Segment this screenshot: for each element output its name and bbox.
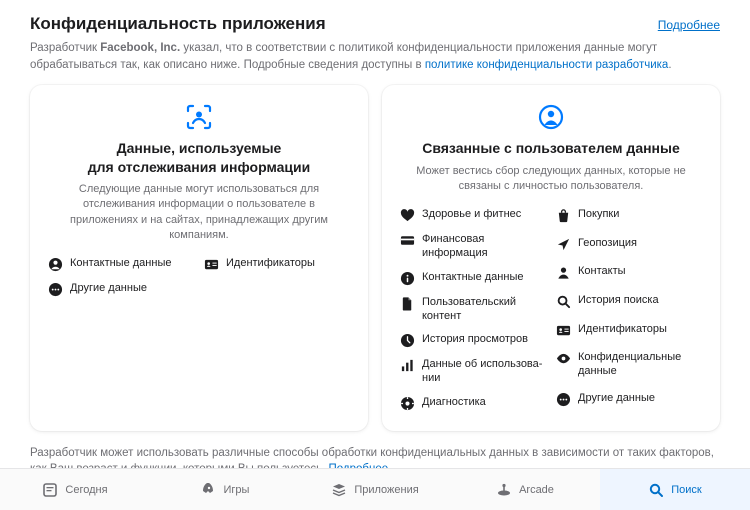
bars-icon <box>400 358 415 373</box>
id-card-icon <box>556 323 571 338</box>
tracking-card: Данные, используемые для отслеживания ин… <box>30 85 368 430</box>
linked-card-title: Связанные с пользователем данные <box>400 139 702 157</box>
linked-left-2: Контактные данные <box>400 271 546 286</box>
tab-сегодня[interactable]: Сегодня <box>0 469 150 510</box>
linked-left-6: Диагностика <box>400 396 546 411</box>
tab-приложения[interactable]: Приложения <box>300 469 450 510</box>
tab-label-1: Игры <box>224 484 250 496</box>
linked-left-3-label: Пользователь­ский контент <box>422 296 546 324</box>
linked-left-3: Пользователь­ский контент <box>400 296 546 324</box>
intro-prefix: Разработчик <box>30 42 100 54</box>
linked-left-0-label: Здоровье и фитнес <box>422 208 521 222</box>
today-icon <box>42 482 58 498</box>
user-circle-icon <box>48 257 63 272</box>
linked-card-desc: Может вестись сбор следующих данных, кот… <box>400 164 702 195</box>
clock-icon <box>400 333 415 348</box>
linked-right-5: Конфиденциаль­ные данные <box>556 351 702 382</box>
info-icon <box>400 271 415 286</box>
heart-icon <box>400 208 415 223</box>
linked-left-5: Данные об использо­ва­нии <box>400 358 546 386</box>
linked-right-2: Контакты <box>556 265 702 284</box>
learn-more-link[interactable]: Подробнее <box>658 18 720 32</box>
tracking-scan-icon <box>185 103 213 131</box>
tracking-item-1: Идентификаторы <box>204 257 350 272</box>
bottom-tabbar: Сегодня Игры Приложения Arcade Поиск <box>0 468 750 510</box>
linked-left-4-label: История просмотров <box>422 333 528 347</box>
doc-icon <box>400 296 415 311</box>
linked-right-4-label: Идентификаторы <box>578 323 667 337</box>
search-tab-icon <box>648 482 664 498</box>
linked-left-1: Финансовая информация <box>400 233 546 261</box>
linked-left-4: История просмотров <box>400 333 546 348</box>
linked-right-4: Идентификаторы <box>556 323 702 342</box>
tracking-title-l1: Данные, используемые <box>117 140 282 156</box>
linked-left-1-label: Финансовая информация <box>422 233 546 261</box>
person-icon <box>556 265 571 280</box>
tab-arcade[interactable]: Arcade <box>450 469 600 510</box>
rocket-icon <box>201 482 217 498</box>
tracking-title-l2: для отслеживания информации <box>88 159 311 175</box>
intro-paragraph: Разработчик Facebook, Inc. указал, что в… <box>30 40 720 73</box>
tab-поиск[interactable]: Поиск <box>600 469 750 510</box>
section-title: Конфиденциальность приложения <box>30 14 326 34</box>
stack-icon <box>331 482 347 498</box>
bag-icon <box>556 208 571 223</box>
tab-игры[interactable]: Игры <box>150 469 300 510</box>
linked-right-3-label: История поиска <box>578 294 659 308</box>
card-icon <box>400 233 415 248</box>
linked-card: Связанные с пользователем данные Может в… <box>382 85 720 430</box>
plane-icon <box>556 237 571 252</box>
intro-suffix: . <box>668 59 671 71</box>
linked-right-1: Геопозиция <box>556 237 702 256</box>
tracking-item-1-label: Идентификаторы <box>226 257 315 271</box>
linked-right-6-label: Другие данные <box>578 392 655 406</box>
linked-right-0: Покупки <box>556 208 702 227</box>
tab-label-4: Поиск <box>671 484 701 496</box>
gear-icon <box>400 396 415 411</box>
tracking-card-title: Данные, используемые для отслеживания ин… <box>48 139 350 175</box>
tab-label-0: Сегодня <box>65 484 107 496</box>
search-icon <box>556 294 571 309</box>
eye-icon <box>556 351 571 366</box>
linked-right-1-label: Геопозиция <box>578 237 637 251</box>
id-card-icon <box>204 257 219 272</box>
linked-right-6: Другие данные <box>556 392 702 411</box>
linked-left-0: Здоровье и фитнес <box>400 208 546 223</box>
ellipsis-icon <box>48 282 63 297</box>
linked-right-0-label: Покупки <box>578 208 619 222</box>
linked-right-3: История поиска <box>556 294 702 313</box>
tracking-item-2-label: Другие данные <box>70 282 147 296</box>
tracking-item-0-label: Контактные данные <box>70 257 171 271</box>
linked-right-5-label: Конфиденциаль­ные данные <box>578 351 702 379</box>
developer-name: Facebook, Inc. <box>100 42 180 54</box>
linked-right-2-label: Контакты <box>578 265 626 279</box>
tab-label-3: Arcade <box>519 484 554 496</box>
tracking-item-2: Другие данные <box>48 282 194 297</box>
tracking-item-0: Контактные данные <box>48 257 194 272</box>
linked-left-5-label: Данные об использо­ва­нии <box>422 358 546 386</box>
linked-user-icon <box>537 103 565 131</box>
linked-left-2-label: Контактные данные <box>422 271 523 285</box>
arcade-icon <box>496 482 512 498</box>
tab-label-2: Приложения <box>354 484 418 496</box>
tracking-card-desc: Следующие данные могут использоваться дл… <box>48 182 350 244</box>
linked-left-6-label: Диагностика <box>422 396 486 410</box>
privacy-policy-link[interactable]: политике конфиденциальности разработчика <box>425 59 669 71</box>
ellipsis-icon <box>556 392 571 407</box>
